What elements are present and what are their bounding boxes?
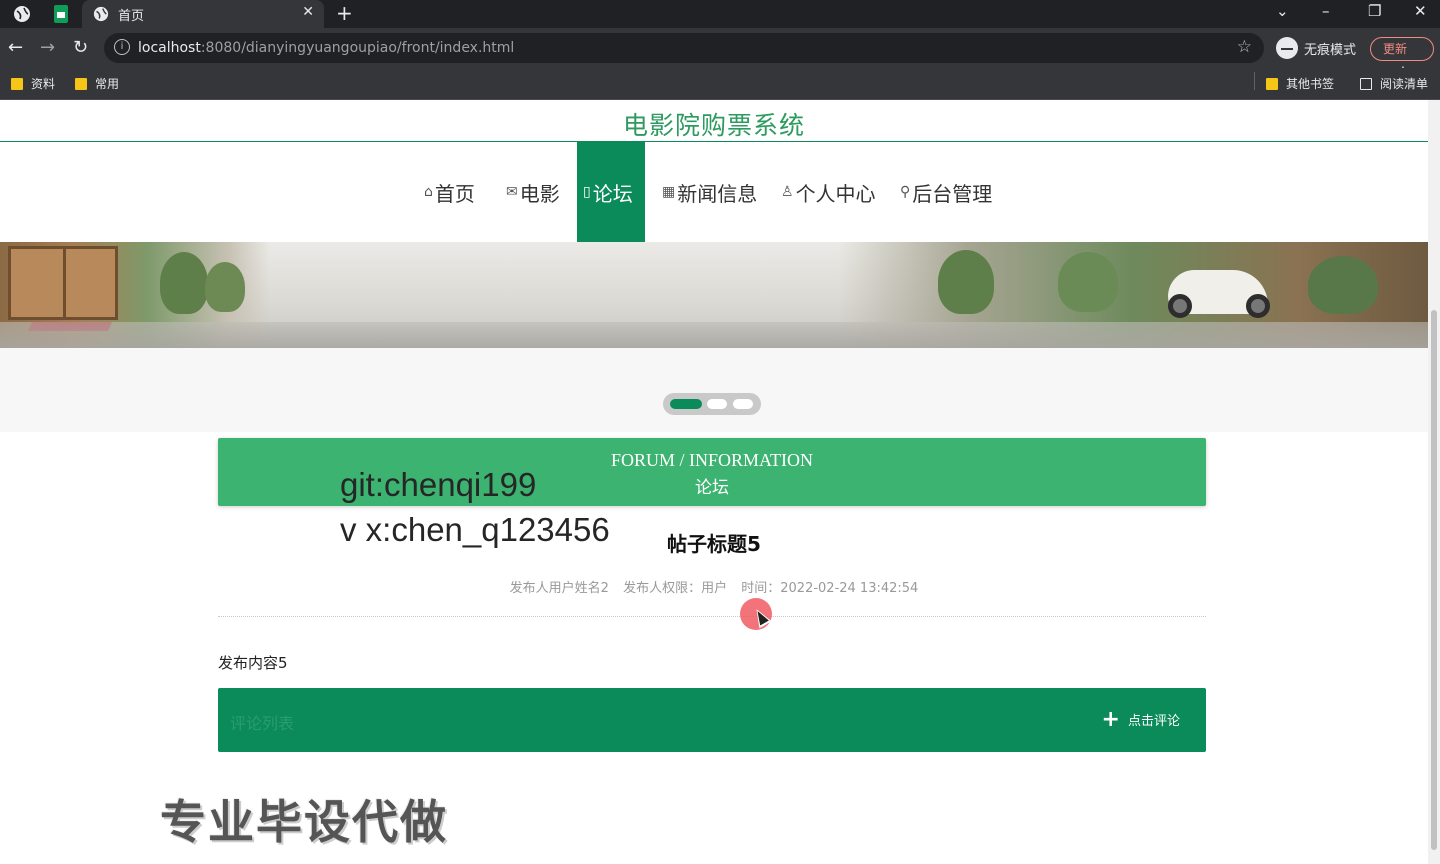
nav-item-movies[interactable]: ✉ 电影 bbox=[506, 142, 560, 242]
bookmarks-bar bbox=[0, 68, 1440, 100]
carousel-indicators bbox=[663, 393, 761, 415]
nav-item-profile[interactable]: ♙ 个人中心 bbox=[781, 142, 876, 242]
browser-tab-active[interactable]: 首页 ✕ bbox=[82, 0, 324, 28]
folder-icon bbox=[1266, 77, 1278, 90]
watermark-line-1: git:chenqi199 bbox=[340, 466, 537, 503]
add-comment-button[interactable]: + 点击评论 bbox=[1101, 706, 1180, 732]
calendar-icon: ▦ bbox=[662, 184, 676, 200]
watermark-bottom: 专业毕设代做 bbox=[160, 795, 448, 849]
mail-icon: ✉ bbox=[506, 184, 518, 200]
folder-icon bbox=[11, 77, 23, 90]
back-icon[interactable]: ← bbox=[8, 37, 23, 58]
sheets-icon[interactable] bbox=[52, 5, 70, 23]
close-tab-icon[interactable]: ✕ bbox=[302, 4, 314, 20]
nav-item-forum[interactable]: ▯ 论坛 bbox=[577, 142, 645, 242]
post-author: 发布人用户姓名2 bbox=[509, 581, 609, 596]
globe-icon bbox=[92, 5, 110, 23]
scrollbar-thumb[interactable] bbox=[1431, 310, 1437, 850]
link-icon: ⚲ bbox=[900, 184, 911, 200]
info-icon[interactable]: i bbox=[114, 39, 130, 55]
close-window-icon[interactable]: ✕ bbox=[1414, 2, 1427, 20]
carousel-dot-2[interactable] bbox=[707, 399, 727, 409]
url-text: localhost:8080/dianyingyuangoupiao/front… bbox=[138, 40, 515, 56]
post-time: 时间：2022-02-24 13:42:54 bbox=[741, 581, 919, 596]
new-tab-icon[interactable]: + bbox=[336, 1, 353, 25]
incognito-indicator[interactable]: 无痕模式 bbox=[1276, 37, 1356, 59]
incognito-icon bbox=[1276, 37, 1298, 59]
post-role: 发布人权限：用户 bbox=[623, 581, 728, 596]
update-button[interactable]: 更新 ⋮ bbox=[1370, 37, 1434, 78]
comment-list-heading: 评论列表 bbox=[230, 714, 295, 733]
chevron-down-icon[interactable]: ⌄ bbox=[1276, 2, 1289, 20]
reload-icon[interactable]: ↻ bbox=[73, 37, 88, 58]
address-bar-row: ← → ↻ i localhost:8080/dianyingyuangoupi… bbox=[0, 28, 1440, 68]
carousel-dot-1[interactable] bbox=[670, 399, 702, 409]
plus-icon: + bbox=[1101, 706, 1120, 732]
meta-divider bbox=[218, 616, 1206, 617]
bookmark-divider bbox=[1254, 72, 1255, 90]
bookmark-folder-1[interactable]: 资料 bbox=[11, 75, 55, 92]
post-meta: 发布人用户姓名2 发布人权限：用户 时间：2022-02-24 13:42:54 bbox=[0, 577, 1428, 596]
url-input[interactable]: i localhost:8080/dianyingyuangoupiao/fro… bbox=[104, 33, 1264, 63]
restore-icon[interactable]: ❐ bbox=[1368, 2, 1381, 20]
post-title: 帖子标题5 bbox=[667, 532, 761, 556]
nav-item-news[interactable]: ▦ 新闻信息 bbox=[662, 142, 757, 242]
carousel-banner-image[interactable] bbox=[0, 242, 1428, 348]
document-icon: ▯ bbox=[583, 184, 591, 200]
site-title: 电影院购票系统 bbox=[622, 111, 805, 140]
carousel-pagination-area bbox=[0, 348, 1428, 432]
add-comment-label: 点击评论 bbox=[1127, 714, 1180, 729]
minimize-icon[interactable]: – bbox=[1322, 2, 1330, 20]
nav-item-home[interactable]: ⌂ 首页 bbox=[424, 142, 475, 242]
browser-tab-bar: 首页 ✕ + ⌄ – ❐ ✕ bbox=[0, 0, 1440, 28]
carousel-dot-3[interactable] bbox=[733, 399, 753, 409]
nav-item-admin[interactable]: ⚲ 后台管理 bbox=[900, 142, 992, 242]
forward-icon[interactable]: → bbox=[40, 37, 55, 58]
reading-list[interactable]: 阅读清单 bbox=[1360, 75, 1428, 92]
user-icon: ♙ bbox=[781, 184, 794, 200]
star-icon[interactable]: ☆ bbox=[1237, 37, 1252, 57]
incognito-label: 无痕模式 bbox=[1304, 42, 1357, 58]
globe-icon[interactable] bbox=[13, 5, 31, 23]
other-bookmarks[interactable]: 其他书签 bbox=[1266, 75, 1334, 92]
home-icon: ⌂ bbox=[424, 184, 433, 200]
main-nav: ⌂ 首页 ✉ 电影 ▯ 论坛 ▦ 新闻信息 ♙ 个人中心 ⚲ 后台管理 bbox=[0, 142, 1428, 242]
tab-title: 首页 bbox=[118, 9, 145, 24]
folder-icon bbox=[75, 77, 87, 90]
comment-section-bar: 评论列表 + 点击评论 bbox=[218, 688, 1206, 752]
web-page: 电影院购票系统 ⌂ 首页 ✉ 电影 ▯ 论坛 ▦ 新闻信息 ♙ 个人中心 ⚲ 后… bbox=[0, 100, 1428, 864]
page-scrollbar[interactable] bbox=[1428, 100, 1440, 864]
bookmark-folder-2[interactable]: 常用 bbox=[75, 75, 119, 92]
post-content: 发布内容5 bbox=[218, 654, 288, 672]
reading-list-icon bbox=[1360, 77, 1372, 90]
